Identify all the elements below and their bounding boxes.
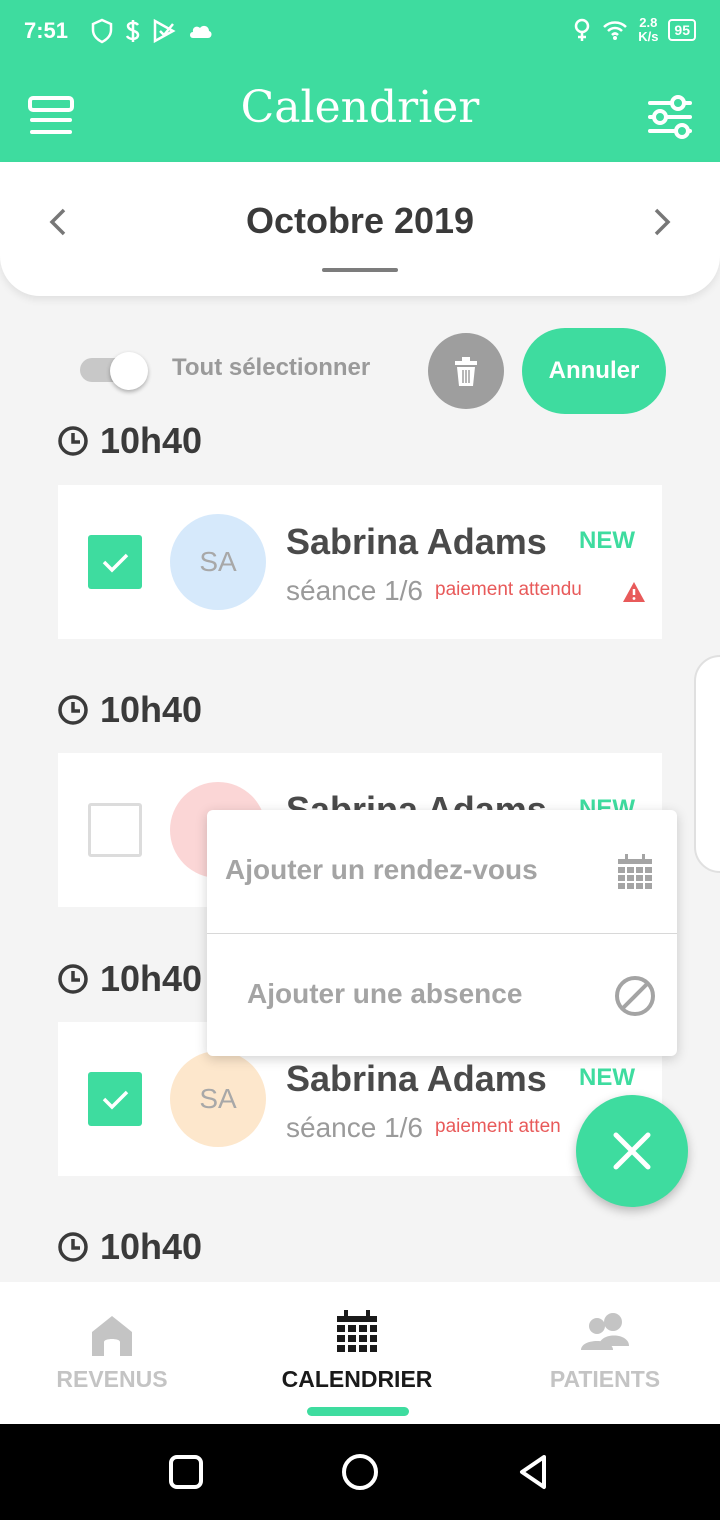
select-all-toggle[interactable] xyxy=(80,352,150,390)
tab-patients[interactable]: PATIENTS xyxy=(485,1282,720,1424)
clock-icon xyxy=(58,964,88,994)
clock-icon xyxy=(58,426,88,456)
time-header: 10h40 xyxy=(56,420,202,462)
tab-label: REVENUS xyxy=(56,1366,168,1392)
network-speed: 2.8 K/s xyxy=(638,16,658,44)
close-fab-button[interactable] xyxy=(576,1095,688,1207)
app-bar: Calendrier xyxy=(0,64,720,164)
add-appointment-option[interactable]: Ajouter un rendez-vous xyxy=(207,810,677,934)
checkmark-icon xyxy=(102,1090,129,1110)
delete-button[interactable] xyxy=(428,333,504,409)
add-absence-label: Ajouter une absence xyxy=(247,978,523,1009)
play-store-icon xyxy=(153,18,176,44)
clock-icon xyxy=(58,695,88,725)
new-badge: NEW xyxy=(579,527,635,554)
avatar: SA xyxy=(170,514,266,610)
wifi-icon xyxy=(603,21,628,40)
time-header: 10h40 xyxy=(56,689,202,731)
patient-name: Sabrina Adams xyxy=(286,1058,547,1099)
add-absence-option[interactable]: Ajouter une absence xyxy=(207,934,677,1054)
session-count: séance 1/6 xyxy=(286,575,423,606)
appointment-checkbox[interactable] xyxy=(88,1072,142,1126)
cloud-icon xyxy=(190,25,212,38)
checkmark-icon xyxy=(102,553,129,573)
home-icon xyxy=(92,1316,132,1356)
month-label: Octobre 2019 xyxy=(245,200,475,241)
payment-status: paiement attendu xyxy=(435,579,582,600)
tab-revenus[interactable]: REVENUS xyxy=(0,1282,232,1424)
time-label: 10h40 xyxy=(100,420,203,461)
back-icon[interactable] xyxy=(514,1452,554,1492)
status-bar: 7:51 2.8 K/s 95 xyxy=(0,0,720,64)
system-icons: 2.8 K/s 95 xyxy=(572,16,696,44)
shield-icon xyxy=(91,18,113,44)
tab-calendrier[interactable]: CALENDRIER xyxy=(237,1282,477,1424)
new-badge: NEW xyxy=(579,1064,635,1091)
cancel-button[interactable]: Annuler xyxy=(522,328,666,414)
add-menu-popup: Ajouter un rendez-vous Ajouter une absen… xyxy=(207,810,677,1056)
add-appointment-label: Ajouter un rendez-vous xyxy=(225,854,538,885)
appointment-checkbox[interactable] xyxy=(88,803,142,857)
appointment-card[interactable]: SA Sabrina Adams NEW séance 1/6 paiement… xyxy=(58,485,662,639)
chevron-right-icon[interactable] xyxy=(644,202,680,242)
block-icon xyxy=(615,976,655,1016)
calendar-grid-icon xyxy=(618,854,652,889)
toggle-knob xyxy=(110,352,148,390)
location-icon xyxy=(574,18,590,41)
net-speed-value: 2.8 xyxy=(639,15,658,30)
session-count: séance 1/6 xyxy=(286,1112,423,1143)
warning-icon xyxy=(623,582,645,602)
home-circle-icon[interactable] xyxy=(340,1452,380,1492)
page-title: Calendrier xyxy=(240,82,480,133)
time-label: 10h40 xyxy=(100,958,203,999)
tab-label: CALENDRIER xyxy=(281,1366,433,1392)
status-time: 7:51 xyxy=(24,18,69,43)
avatar: SA xyxy=(170,1051,266,1147)
payment-status: paiement atten xyxy=(435,1116,561,1137)
time-header: 10h40 xyxy=(56,1226,202,1268)
select-all-label: Tout sélectionner xyxy=(172,354,371,381)
notification-icons xyxy=(90,18,214,44)
close-icon xyxy=(613,1132,651,1170)
time-label: 10h40 xyxy=(100,689,203,730)
time-label: 10h40 xyxy=(100,1226,203,1267)
trash-icon xyxy=(455,357,477,386)
dollar-icon xyxy=(125,20,140,42)
battery-indicator: 95 xyxy=(668,19,696,41)
active-tab-indicator xyxy=(307,1407,409,1416)
patient-name: Sabrina Adams xyxy=(286,521,547,562)
clock-icon xyxy=(58,1232,88,1262)
recents-icon[interactable] xyxy=(166,1452,206,1492)
system-navigation-bar xyxy=(0,1424,720,1520)
patients-icon xyxy=(581,1313,629,1350)
time-header: 10h40 xyxy=(56,958,202,1000)
sliders-icon[interactable] xyxy=(646,94,694,140)
bottom-navigation: REVENUS CALENDRIER PATIENTS xyxy=(0,1282,720,1424)
side-panel-handle[interactable] xyxy=(694,655,720,873)
appointment-checkbox[interactable] xyxy=(88,535,142,589)
tab-label: PATIENTS xyxy=(549,1366,661,1392)
month-navigator: Octobre 2019 xyxy=(0,162,720,296)
calendar-icon xyxy=(337,1310,377,1352)
month-indicator xyxy=(322,268,398,272)
net-speed-unit: K/s xyxy=(638,29,659,44)
